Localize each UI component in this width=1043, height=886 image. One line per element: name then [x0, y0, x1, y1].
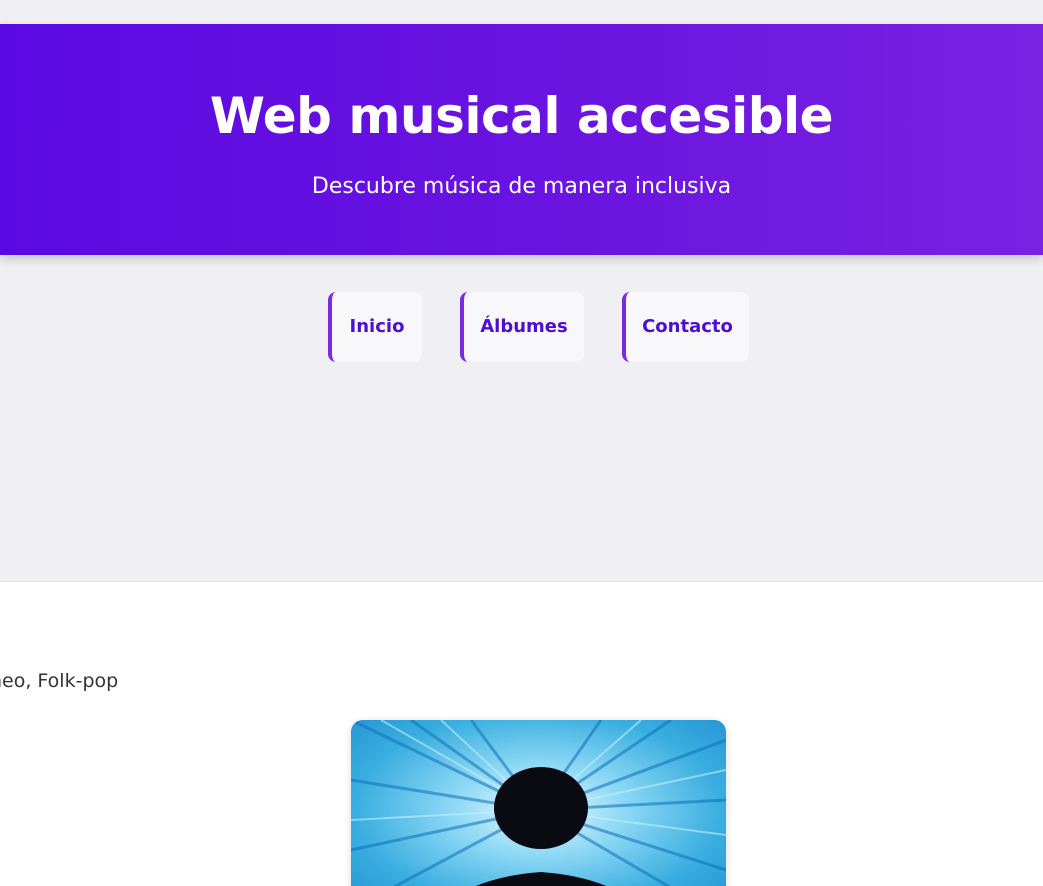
- nav-link-albumes[interactable]: Álbumes: [460, 292, 584, 362]
- album-genre-text: neo, Folk-pop: [0, 670, 119, 692]
- album-cover-art: [351, 720, 726, 886]
- nav-link-contacto[interactable]: Contacto: [622, 292, 749, 362]
- album-cover-image: [351, 720, 726, 886]
- main-nav: Inicio Álbumes Contacto: [0, 292, 1043, 362]
- site-header: Web musical accesible Descubre música de…: [0, 24, 1043, 255]
- site-subtitle: Descubre música de manera inclusiva: [311, 174, 732, 199]
- nav-link-inicio[interactable]: Inicio: [328, 292, 422, 362]
- page: Web musical accesible Descubre música de…: [0, 0, 1043, 886]
- site-title: Web musical accesible: [209, 87, 834, 145]
- main-content: neo, Folk-pop: [0, 581, 1043, 886]
